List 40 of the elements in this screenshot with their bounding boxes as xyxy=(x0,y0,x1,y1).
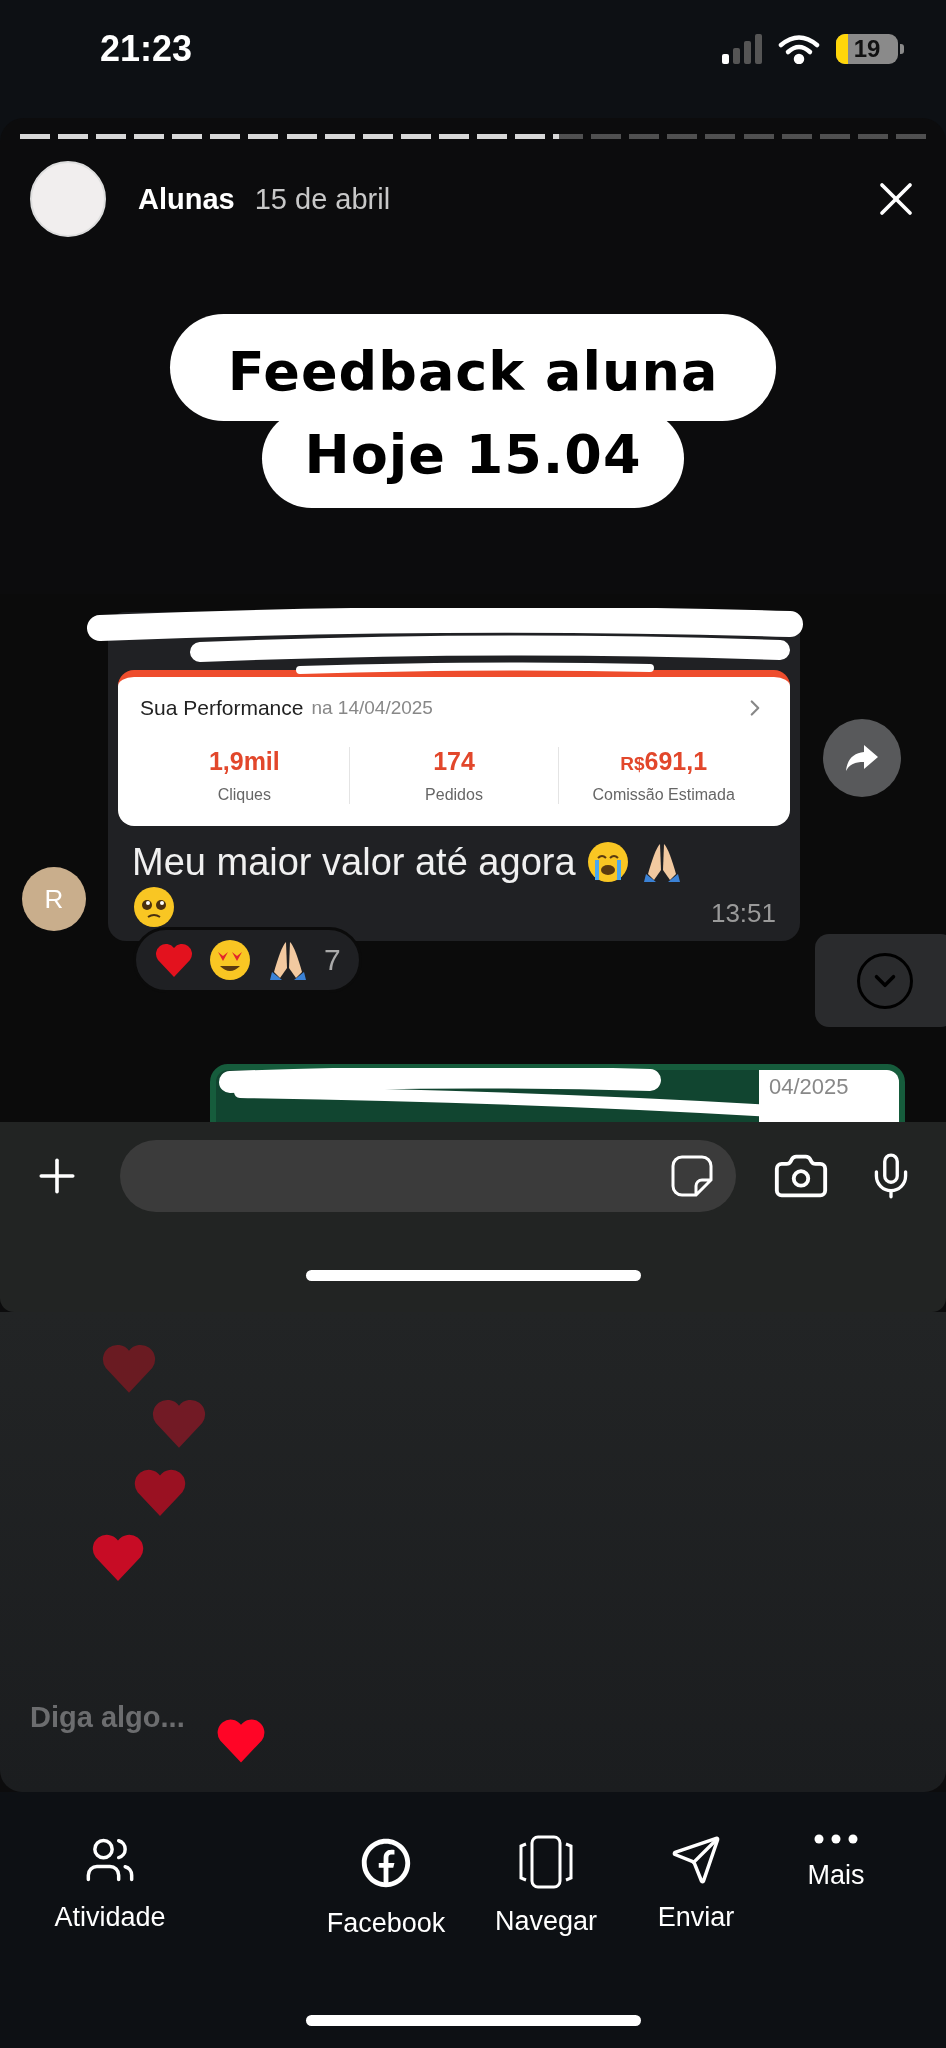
message-text: Meu maior valor até agora xyxy=(132,840,576,884)
clock-time: 21:23 xyxy=(100,28,193,70)
stat-label: Comissão Estimada xyxy=(592,786,735,804)
action-button[interactable]: Navegar xyxy=(466,1834,626,1939)
phone-frame-icon xyxy=(517,1834,575,1890)
heart-icon xyxy=(90,1532,146,1583)
battery-icon: 19 xyxy=(836,34,898,64)
heart-eyes-face-icon xyxy=(208,938,252,982)
sticker-text: Feedback aluna xyxy=(169,313,777,421)
forward-arrow-icon xyxy=(844,743,880,773)
more-icon xyxy=(814,1834,858,1844)
message-date: 04/2025 xyxy=(769,1074,849,1099)
reactions-pill[interactable]: 7 xyxy=(133,927,362,993)
stat-label: Pedidos xyxy=(425,786,483,804)
reply-field[interactable]: Diga algo... xyxy=(30,1701,196,1734)
action-button[interactable]: Atividade xyxy=(0,1834,220,1939)
action-button[interactable]: Enviar xyxy=(626,1834,766,1939)
card-title: Sua Performance xyxy=(140,696,304,720)
crying-face-icon xyxy=(585,840,630,884)
sticker-icon[interactable] xyxy=(670,1154,714,1198)
stat-label: Cliques xyxy=(217,786,271,804)
heart-icon xyxy=(215,1717,267,1764)
action-button[interactable]: Facebook xyxy=(306,1834,466,1939)
heart-icon xyxy=(150,1397,208,1450)
send-icon xyxy=(670,1834,722,1886)
account-name[interactable]: Alunas xyxy=(138,182,235,216)
stat-value: R$691,1 xyxy=(620,747,708,776)
heart-icon xyxy=(132,1467,188,1518)
signal-icon xyxy=(722,34,762,64)
pleading-face-icon xyxy=(132,884,176,929)
heart-icon xyxy=(100,1342,158,1395)
action-button[interactable]: Mais xyxy=(766,1834,906,1939)
wifi-icon xyxy=(778,34,820,64)
heart-icon xyxy=(154,942,194,978)
stat-value: 174 xyxy=(433,747,475,776)
stat-value: 1,9mil xyxy=(208,747,280,776)
message-time: 13:51 xyxy=(710,898,776,929)
contact-avatar: R xyxy=(22,867,86,931)
card-date: na 14/04/2025 xyxy=(311,697,434,719)
story-date: 15 de abril xyxy=(254,182,392,216)
